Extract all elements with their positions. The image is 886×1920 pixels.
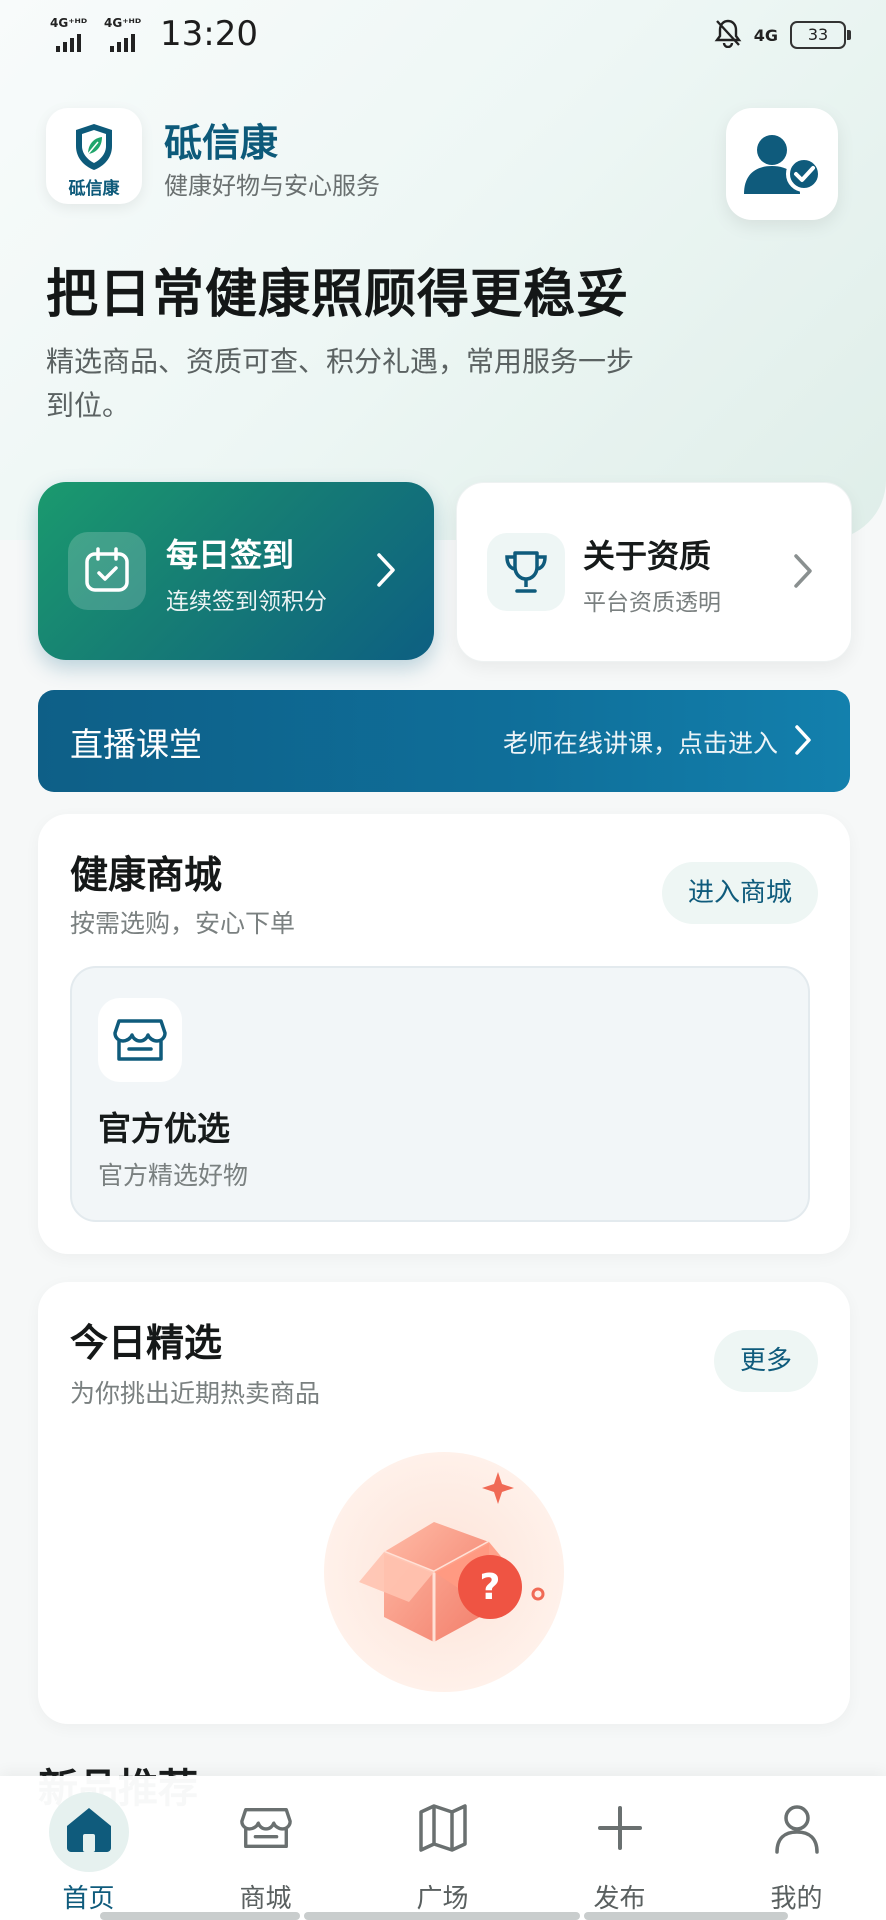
mall-title: 健康商城: [70, 853, 223, 897]
home-indicator-segment: [100, 1912, 300, 1920]
calendar-check-icon: [68, 532, 146, 610]
enter-mall-button[interactable]: 进入商城: [661, 862, 818, 924]
signal-label-2: 4G⁺ᴴᴰ: [104, 16, 142, 30]
tab-publish[interactable]: 发布: [531, 1776, 708, 1920]
svg-text:?: ?: [480, 1567, 501, 1608]
hero-description: 精选商品、资质可查、积分礼遇，常用服务一步到位。: [46, 345, 635, 422]
bottom-tab-bar: 首页 商城 广场 发布 我的: [0, 1776, 886, 1920]
logo-text: 砥信康: [68, 179, 120, 199]
map-icon: [415, 1800, 471, 1860]
health-mall-section: 健康商城 按需选购，安心下单 进入商城 官方优选 官方精选好物: [38, 814, 850, 1254]
hero-title: 把日常健康照顾得更稳妥: [46, 265, 630, 325]
tab-mine[interactable]: 我的: [708, 1776, 885, 1920]
signal-indicator-1: 4G⁺ᴴᴰ: [50, 16, 88, 52]
trophy-icon: [487, 533, 565, 611]
signal-indicator-2: 4G⁺ᴴᴰ: [104, 16, 142, 52]
tab-label: 商城: [239, 1884, 292, 1914]
tab-label: 发布: [593, 1884, 646, 1914]
status-time: 13:20: [160, 14, 258, 54]
today-title: 今日精选: [70, 1321, 223, 1365]
store-icon: [98, 998, 182, 1082]
signal-label-1: 4G⁺ᴴᴰ: [50, 16, 88, 30]
status-bar: 4G⁺ᴴᴰ 4G⁺ᴴᴰ 13:20 4G 33: [0, 0, 886, 70]
home-indicator-segment: [584, 1912, 788, 1920]
live-subtitle: 老师在线讲课，点击进入: [502, 729, 778, 758]
tab-label: 广场: [416, 1884, 469, 1914]
battery-indicator: 33: [790, 21, 851, 49]
qualification-card[interactable]: 关于资质 平台资质透明: [456, 482, 852, 662]
user-icon: [769, 1800, 825, 1860]
qualification-title: 关于资质: [583, 537, 712, 575]
chevron-right-icon: [793, 553, 813, 593]
mute-bell-icon: [714, 18, 742, 52]
daily-checkin-card[interactable]: 每日签到 连续签到领积分: [38, 482, 434, 660]
profile-verified-button[interactable]: [726, 108, 838, 220]
app-logo: 砥信康: [46, 108, 142, 204]
home-icon: [61, 1800, 117, 1860]
checkin-title: 每日签到: [166, 536, 295, 574]
mall-subtitle: 按需选购，安心下单: [70, 909, 296, 938]
official-picks-title: 官方优选: [98, 1109, 230, 1148]
store-icon: [238, 1800, 294, 1860]
tab-store[interactable]: 商城: [177, 1776, 354, 1920]
brand-subtitle: 健康好物与安心服务: [164, 172, 380, 200]
official-picks-subtitle: 官方精选好物: [98, 1161, 249, 1190]
today-picks-section: 今日精选 为你挑出近期热卖商品 更多 ?: [38, 1282, 850, 1724]
brand-name: 砥信康: [164, 121, 279, 165]
chevron-right-icon: [376, 552, 396, 592]
tab-square[interactable]: 广场: [354, 1776, 531, 1920]
network-label: 4G: [753, 25, 778, 45]
tab-home[interactable]: 首页: [0, 1776, 177, 1920]
checkin-subtitle: 连续签到领积分: [166, 589, 327, 615]
empty-box-illustration: ?: [324, 1442, 584, 1696]
battery-level: 33: [807, 25, 829, 44]
qualification-subtitle: 平台资质透明: [583, 590, 721, 616]
live-title: 直播课堂: [70, 725, 202, 764]
tab-label: 我的: [770, 1884, 823, 1914]
home-indicator-segment: [304, 1912, 580, 1920]
tab-label: 首页: [62, 1884, 115, 1914]
plus-icon: [592, 1800, 648, 1860]
official-picks-card[interactable]: 官方优选 官方精选好物: [70, 966, 810, 1222]
today-subtitle: 为你挑出近期热卖商品: [70, 1379, 321, 1408]
live-class-banner[interactable]: 直播课堂 老师在线讲课，点击进入: [38, 690, 850, 792]
more-button[interactable]: 更多: [713, 1330, 818, 1392]
chevron-right-icon: [794, 724, 812, 760]
shield-leaf-icon: [72, 122, 116, 176]
